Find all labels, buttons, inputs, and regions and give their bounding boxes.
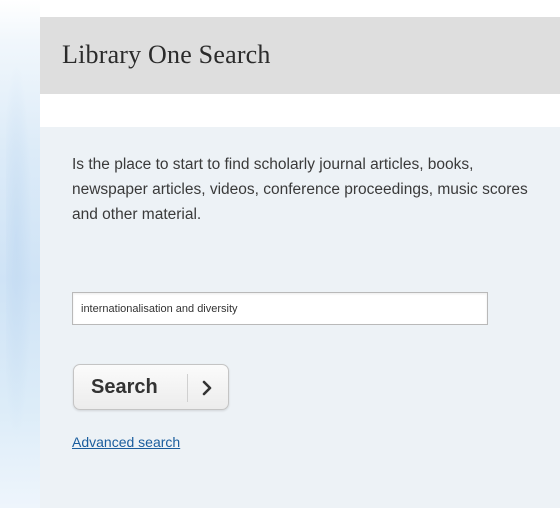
chevron-right-icon	[196, 377, 218, 399]
search-description: Is the place to start to find scholarly …	[72, 156, 528, 223]
advanced-search-link[interactable]: Advanced search	[72, 434, 180, 450]
button-divider	[187, 374, 188, 402]
search-button[interactable]: Search	[73, 364, 229, 410]
search-button-label: Search	[91, 375, 158, 398]
background-decoration	[0, 0, 40, 508]
search-panel: Is the place to start to find scholarly …	[40, 127, 560, 508]
search-input[interactable]	[72, 292, 488, 325]
page-title: Library One Search	[62, 40, 271, 69]
header-bar: Library One Search	[40, 17, 560, 94]
